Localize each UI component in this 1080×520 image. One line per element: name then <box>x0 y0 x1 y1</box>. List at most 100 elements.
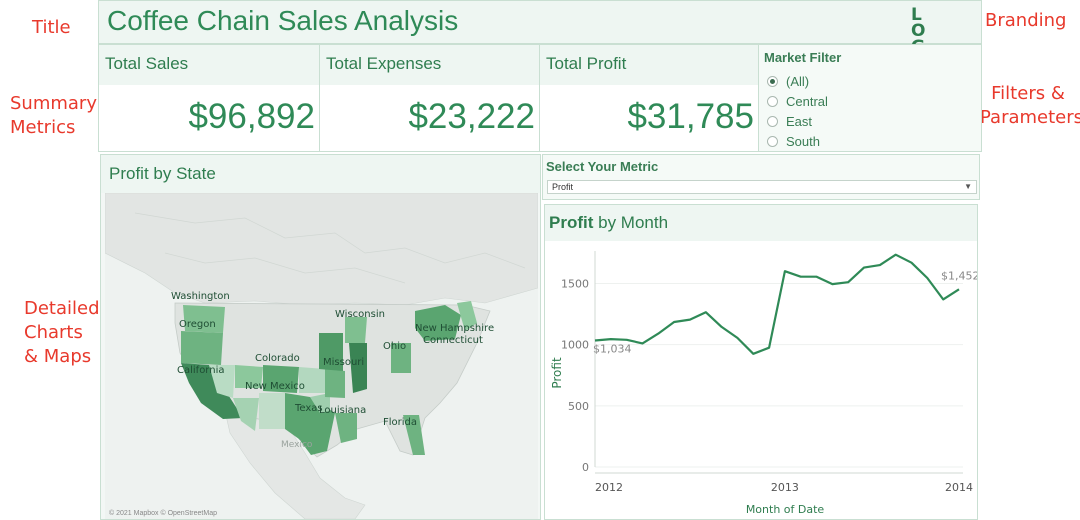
annotation-detailed: Detailed Charts & Maps <box>24 297 100 369</box>
state-label: Oregon <box>179 319 216 330</box>
state-label: Connecticut <box>423 335 483 346</box>
label-layer: $1,034 $1,452 <box>593 269 977 355</box>
state-label: New Mexico <box>245 381 305 392</box>
data-point <box>689 318 691 320</box>
annotation-branding: Branding <box>985 10 1067 31</box>
market-filter: Market Filter (All) Central East South <box>758 44 982 152</box>
metric-selector: Select Your Metric Profit ▼ <box>542 154 980 200</box>
data-point <box>800 276 802 278</box>
state-missouri[interactable] <box>325 369 345 398</box>
line-layer <box>594 253 960 355</box>
annotation-title: Title <box>32 17 71 38</box>
annotation-filters: Filters & Parameters <box>980 82 1080 130</box>
data-point <box>610 338 612 340</box>
kpi-value: $96,892 <box>188 97 315 136</box>
annotation-detailed-line1: Detailed <box>24 298 100 319</box>
map-header: Profit by State <box>101 155 540 193</box>
us-map[interactable]: Washington Oregon Wisconsin New Hampshir… <box>105 193 538 519</box>
state-label: Ohio <box>383 341 406 352</box>
chart-title-metric: Profit <box>549 213 594 232</box>
state-wisconsin[interactable] <box>345 317 367 343</box>
radio-label: South <box>786 133 820 149</box>
data-point <box>831 283 833 285</box>
chart-title: Profit by Month <box>549 213 668 233</box>
x-tick-label: 2013 <box>771 481 799 494</box>
annotation-detailed-line2: Charts <box>24 322 83 343</box>
map-credit: © 2021 Mapbox © OpenStreetMap <box>109 510 217 517</box>
data-point <box>815 276 817 278</box>
dashboard-header: Coffee Chain Sales Analysis L O G O <box>98 0 982 72</box>
annotation-summary-line1: Summary <box>10 93 97 114</box>
country-label-mexico: Mexico <box>281 440 313 450</box>
kpi-label: Total Expenses <box>326 54 442 73</box>
y-tick-label: 500 <box>568 400 589 413</box>
page-title: Coffee Chain Sales Analysis <box>107 5 459 36</box>
data-point <box>720 326 722 328</box>
chevron-down-icon[interactable]: ▼ <box>964 181 972 193</box>
chart-title-rest: by Month <box>593 213 669 232</box>
state-label: New Hampshire <box>415 323 494 334</box>
data-point <box>879 264 881 266</box>
map-title: Profit by State <box>109 164 216 183</box>
profit-by-state-panel: Profit by State Washington Oregon Wiscon… <box>100 154 541 520</box>
kpi-label: Total Profit <box>546 54 627 73</box>
kpi-value: $23,222 <box>408 97 535 136</box>
series-line-profit <box>594 253 960 355</box>
annotation-filters-line1: Filters & <box>991 83 1065 104</box>
radio-label: (All) <box>786 73 810 89</box>
x-tick-label: 2012 <box>595 481 623 494</box>
data-point <box>736 337 738 339</box>
data-point <box>625 339 627 341</box>
data-point <box>847 281 849 283</box>
annotation-filters-line2: Parameters <box>980 107 1080 128</box>
data-point <box>958 288 960 290</box>
radio-label: Central <box>786 93 828 109</box>
metric-selector-title: Select Your Metric <box>546 159 659 174</box>
axis-layer: 0 500 1000 1500 2012 2013 2014 Profit Month of D… <box>550 251 973 516</box>
radio-option-east[interactable]: East <box>767 111 812 131</box>
x-axis-title: Month of Date <box>746 503 825 516</box>
radio-option-central[interactable]: Central <box>767 91 828 111</box>
radio-option-all[interactable]: (All) <box>767 71 809 91</box>
y-tick-label: 1000 <box>561 339 589 352</box>
profit-by-month-panel: Profit by Month 0 500 1000 1500 2012 2013 2014… <box>544 204 978 520</box>
data-point <box>641 342 643 344</box>
data-point <box>705 311 707 313</box>
state-label: Washington <box>171 291 230 302</box>
state-label: Florida <box>383 417 417 428</box>
radio-icon[interactable] <box>767 95 778 107</box>
x-tick-label: 2014 <box>945 481 973 494</box>
data-point <box>942 298 944 300</box>
kpi-total-sales: Total Sales $96,892 <box>98 44 320 152</box>
data-point <box>926 277 928 279</box>
state-new-mexico[interactable] <box>259 393 285 429</box>
data-label: $1,034 <box>593 342 632 355</box>
radio-icon[interactable] <box>767 135 778 147</box>
canada-region <box>105 193 538 306</box>
line-chart[interactable]: 0 500 1000 1500 2012 2013 2014 Profit Month of D… <box>545 241 977 519</box>
data-point <box>673 321 675 323</box>
kpi-value: $31,785 <box>627 97 754 136</box>
kpi-label: Total Sales <box>105 54 189 73</box>
logo-line1: L O <box>911 5 930 41</box>
kpi-total-expenses: Total Expenses $23,222 <box>319 44 540 152</box>
y-tick-label: 1500 <box>561 277 589 290</box>
radio-selected-icon[interactable] <box>767 75 778 87</box>
kpi-total-profit: Total Profit $31,785 <box>539 44 759 152</box>
data-point <box>594 339 596 341</box>
radio-option-south[interactable]: South <box>767 131 820 151</box>
data-point <box>752 353 754 355</box>
state-label: Wisconsin <box>335 309 385 320</box>
data-point <box>768 347 770 349</box>
state-label: California <box>177 365 225 376</box>
grid-layer <box>595 282 963 468</box>
state-label: Missouri <box>323 357 364 368</box>
state-label: Louisiana <box>319 405 366 416</box>
radio-label: East <box>786 113 813 129</box>
chart-header: Profit by Month <box>545 205 977 241</box>
kpi-header: Total Expenses <box>320 45 539 85</box>
radio-icon[interactable] <box>767 115 778 127</box>
annotation-detailed-line3: & Maps <box>24 346 92 367</box>
state-oregon[interactable] <box>181 331 223 365</box>
metric-dropdown[interactable]: Profit ▼ <box>547 180 977 194</box>
